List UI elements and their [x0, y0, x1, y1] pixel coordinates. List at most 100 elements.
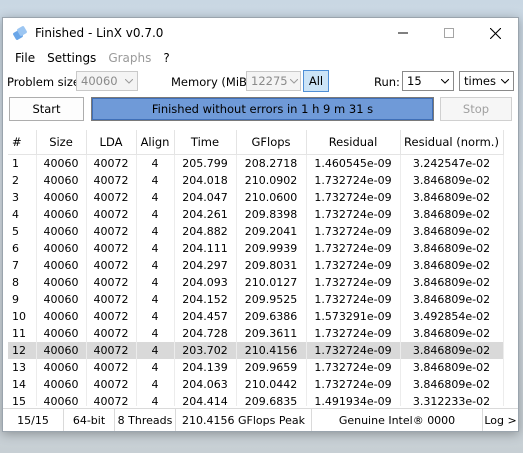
run-unit-value: times	[464, 74, 496, 88]
table-cell: 1.732724e-09	[306, 172, 401, 189]
start-button[interactable]: Start	[9, 97, 84, 121]
table-cell: 209.9939	[236, 240, 307, 257]
log-toggle[interactable]: Log >	[483, 409, 518, 431]
table-cell: 4	[136, 393, 175, 406]
memory-label: Memory (MiB):	[171, 75, 256, 89]
table-cell: 3.846809e-02	[400, 342, 504, 359]
menu-graphs[interactable]: Graphs	[102, 51, 157, 65]
stop-button[interactable]: Stop	[440, 97, 512, 121]
menu-file[interactable]: File	[9, 51, 41, 65]
problem-size-select[interactable]: 40060	[76, 71, 138, 91]
problem-size-value: 40060	[81, 74, 118, 88]
table-cell: 8	[8, 274, 37, 291]
column-header[interactable]: Size	[36, 130, 87, 155]
table-row[interactable]: 15 40060 40072 4 204.414 209.6835 1.491934e-09…	[8, 393, 504, 406]
table-row[interactable]: 9 40060 40072 4 204.152 209.9525 1.732724e-09 3…	[8, 291, 504, 308]
table-cell: 204.063	[174, 376, 237, 393]
table-cell: 4	[136, 308, 175, 325]
table-cell: 3.846809e-02	[400, 359, 504, 376]
table-row[interactable]: 1 40060 40072 4 205.799 208.2718 1.460545e-09 3…	[8, 154, 504, 172]
table-cell: 1.732724e-09	[306, 291, 401, 308]
run-unit-select[interactable]: times	[459, 71, 514, 91]
menu-help[interactable]: ?	[157, 51, 175, 65]
title-bar[interactable]: Finished - LinX v0.7.0	[3, 18, 518, 48]
column-header[interactable]: #	[8, 130, 37, 155]
table-cell: 208.2718	[236, 154, 307, 172]
table-row[interactable]: 3 40060 40072 4 204.047 210.0600 1.732724e-09 3…	[8, 189, 504, 206]
column-header[interactable]: GFlops	[236, 130, 307, 155]
table-cell: 4	[136, 359, 175, 376]
column-header[interactable]: Residual (norm.)	[400, 130, 504, 155]
table-cell: 1	[8, 154, 37, 172]
memory-select[interactable]: 12275	[246, 71, 301, 91]
menu-settings[interactable]: Settings	[41, 51, 102, 65]
vertical-scrollbar[interactable]	[511, 130, 518, 406]
table-cell: 1.732724e-09	[306, 206, 401, 223]
table-row[interactable]: 14 40060 40072 4 204.063 210.0442 1.732724e-09…	[8, 376, 504, 393]
status-peak: 210.4156 GFlops Peak	[176, 409, 312, 431]
table-cell: 12	[8, 342, 37, 359]
chevron-down-icon	[437, 78, 453, 84]
table-cell: 40060	[36, 291, 87, 308]
table-cell: 4	[136, 274, 175, 291]
table-cell: 40072	[86, 308, 137, 325]
table-cell: 3.846809e-02	[400, 223, 504, 240]
table-cell: 40072	[86, 291, 137, 308]
table-cell: 204.047	[174, 189, 237, 206]
table-row[interactable]: 5 40060 40072 4 204.882 209.2041 1.732724e-09 3…	[8, 223, 504, 240]
table-cell: 15	[8, 393, 37, 406]
table-cell: 40060	[36, 240, 87, 257]
table-cell: 1.732724e-09	[306, 342, 401, 359]
run-count-select[interactable]: 15	[402, 71, 454, 91]
table-cell: 3.846809e-02	[400, 376, 504, 393]
table-cell: 1.732724e-09	[306, 257, 401, 274]
table-cell: 3.846809e-02	[400, 291, 504, 308]
table-row[interactable]: 7 40060 40072 4 204.297 209.8031 1.732724e-09 3…	[8, 257, 504, 274]
maximize-button[interactable]	[426, 18, 472, 48]
column-header[interactable]: Time	[174, 130, 237, 155]
memory-value: 12275	[251, 74, 288, 88]
status-threads: 8 Threads	[115, 409, 176, 431]
table-cell: 1.732724e-09	[306, 189, 401, 206]
table-row[interactable]: 11 40060 40072 4 204.728 209.3611 1.732724e-09…	[8, 325, 504, 342]
table-cell: 204.152	[174, 291, 237, 308]
table-cell: 10	[8, 308, 37, 325]
all-memory-button[interactable]: All	[303, 70, 329, 92]
table-cell: 209.6835	[236, 393, 307, 406]
table-cell: 40060	[36, 189, 87, 206]
close-button[interactable]	[472, 18, 518, 48]
table-row[interactable]: 4 40060 40072 4 204.261 209.8398 1.732724e-09 3…	[8, 206, 504, 223]
table-cell: 1.732724e-09	[306, 274, 401, 291]
minimize-button[interactable]	[380, 18, 426, 48]
table-cell: 1.573291e-09	[306, 308, 401, 325]
table-cell: 204.297	[174, 257, 237, 274]
table-cell: 204.139	[174, 359, 237, 376]
table-cell: 40072	[86, 154, 137, 172]
column-header[interactable]: Align	[136, 130, 175, 155]
table-cell: 204.093	[174, 274, 237, 291]
table-cell: 210.0442	[236, 376, 307, 393]
table-row[interactable]: 13 40060 40072 4 204.139 209.9659 1.732724e-09…	[8, 359, 504, 376]
table-cell: 4	[136, 154, 175, 172]
table-cell: 205.799	[174, 154, 237, 172]
column-header[interactable]: LDA	[86, 130, 137, 155]
table-cell: 204.111	[174, 240, 237, 257]
table-cell: 40072	[86, 223, 137, 240]
table-row[interactable]: 2 40060 40072 4 204.018 210.0902 1.732724e-09 3…	[8, 172, 504, 189]
run-count-value: 15	[407, 74, 422, 88]
table-cell: 204.018	[174, 172, 237, 189]
table-cell: 40072	[86, 172, 137, 189]
results-table[interactable]: # Size LDA Align Time GFlops Residual Residual …	[8, 130, 516, 406]
table-cell: 209.9659	[236, 359, 307, 376]
table-row[interactable]: 12 40060 40072 4 203.702 210.4156 1.732724e-09…	[8, 342, 504, 359]
table-cell: 1.732724e-09	[306, 240, 401, 257]
table-cell: 209.3611	[236, 325, 307, 342]
column-header[interactable]: Residual	[306, 130, 401, 155]
table-cell: 3.846809e-02	[400, 240, 504, 257]
table-row[interactable]: 8 40060 40072 4 204.093 210.0127 1.732724e-09 3…	[8, 274, 504, 291]
table-cell: 1.460545e-09	[306, 154, 401, 172]
table-row[interactable]: 6 40060 40072 4 204.111 209.9939 1.732724e-09 3…	[8, 240, 504, 257]
close-icon	[489, 27, 501, 39]
table-cell: 40060	[36, 376, 87, 393]
table-row[interactable]: 10 40060 40072 4 204.457 209.6386 1.573291e-09…	[8, 308, 504, 325]
